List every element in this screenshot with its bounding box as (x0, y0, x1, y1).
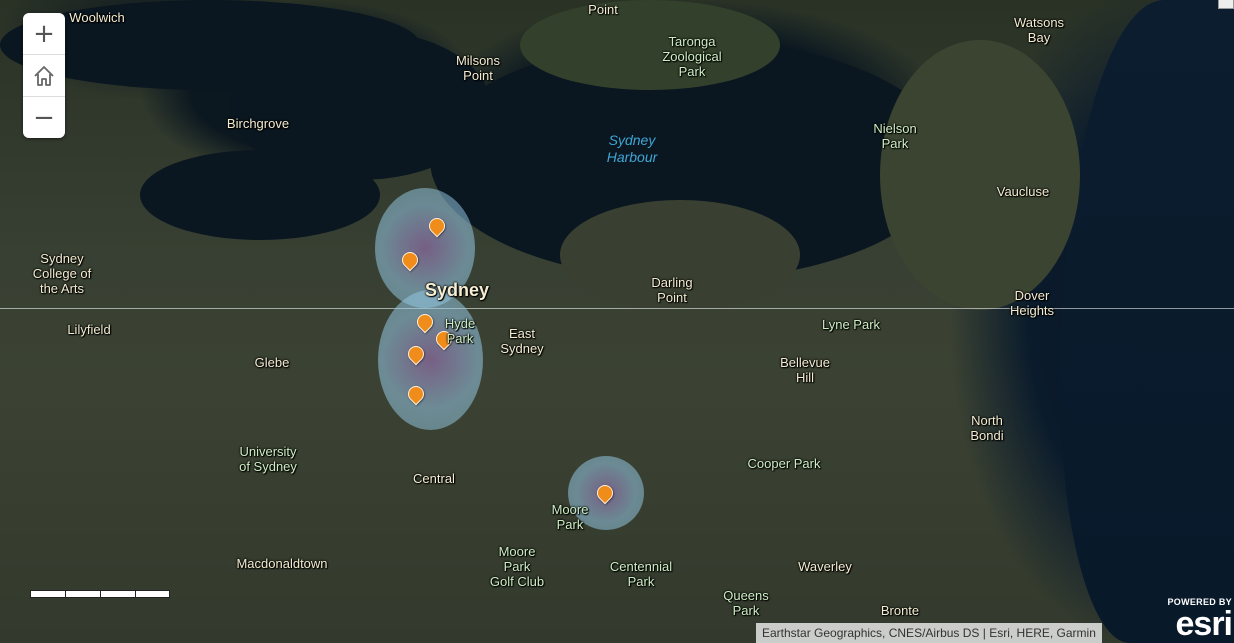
place-label: Lilyfield (67, 322, 111, 337)
place-label: Central (413, 471, 455, 486)
place-label: Bronte (880, 603, 920, 618)
place-label: East Sydney (500, 326, 544, 356)
ocean (1060, 0, 1234, 643)
home-icon (34, 65, 54, 86)
esri-logo: POWERED BY esri (1167, 597, 1233, 643)
place-label: Sydney College of the Arts (32, 251, 92, 296)
place-label: Moore Park (551, 502, 589, 532)
place-label: University of Sydney (239, 444, 297, 474)
plus-icon: + (33, 18, 55, 49)
city-label: Sydney (424, 280, 490, 300)
place-label: Hyde Park (444, 316, 476, 346)
zoom-control: + − (23, 13, 65, 138)
minus-icon: − (33, 102, 55, 133)
corner-widget[interactable] (1218, 0, 1234, 9)
home-button[interactable] (23, 55, 65, 97)
place-label: Bellevue Hill (780, 355, 830, 385)
attribution: Earthstar Geographics, CNES/Airbus DS | … (756, 623, 1102, 643)
harbour-water-lanecove (140, 150, 380, 240)
place-label: Nielson Park (873, 121, 917, 151)
place-label: Glebe (254, 355, 290, 370)
east-peninsula-land (880, 40, 1080, 310)
place-label: Queens Park (723, 588, 769, 618)
zoom-out-button[interactable]: − (23, 97, 65, 138)
place-label: Woolwich (69, 10, 125, 25)
place-label: Dover Heights (1009, 288, 1055, 318)
place-label: Lyne Park (821, 317, 881, 332)
scale-bar (30, 590, 170, 598)
place-label: Watsons Bay (1013, 15, 1065, 45)
place-label: Milsons Point (455, 53, 501, 83)
place-label: Vaucluse (996, 184, 1050, 199)
heat-cluster (378, 290, 483, 430)
place-label: Waverley (798, 559, 852, 574)
place-label: North Bondi (970, 413, 1004, 443)
place-label: Point (588, 2, 618, 17)
place-label: Moore Park Golf Club (489, 544, 545, 589)
place-label: Macdonaldtown (236, 556, 328, 571)
map-view[interactable]: Sydney Sydney Harbour Woolwich Point Mil… (0, 0, 1234, 643)
place-label: Centennial Park (609, 559, 673, 589)
place-label: Darling Point (651, 275, 693, 305)
zoom-in-button[interactable]: + (23, 13, 65, 55)
place-label: Taronga Zoological Park (662, 34, 722, 79)
north-shore-land (520, 0, 780, 90)
place-label: Cooper Park (747, 456, 821, 471)
place-label: Birchgrove (226, 116, 290, 131)
water-label: Sydney Harbour (606, 132, 658, 165)
